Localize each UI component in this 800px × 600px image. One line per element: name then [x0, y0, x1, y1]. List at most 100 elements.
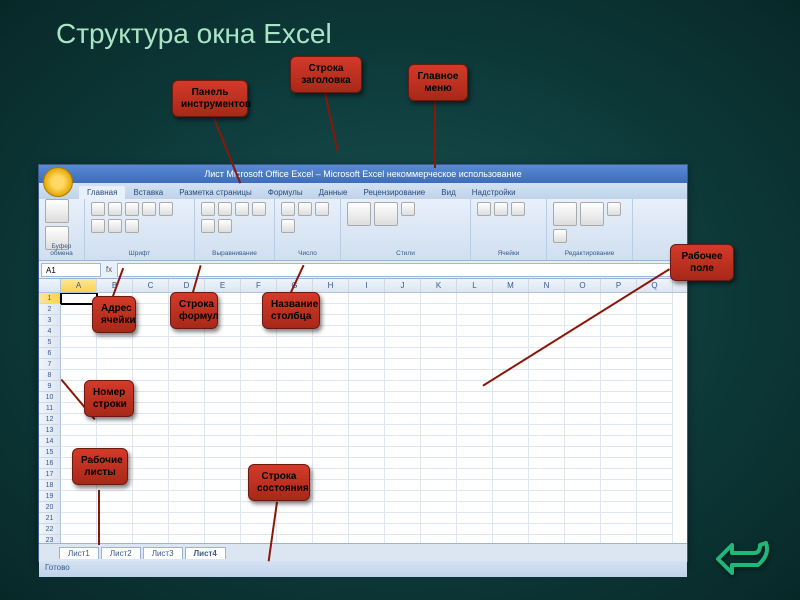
- cell[interactable]: [493, 337, 529, 348]
- cell[interactable]: [385, 348, 421, 359]
- cell[interactable]: [421, 359, 457, 370]
- cell[interactable]: [493, 403, 529, 414]
- cell[interactable]: [169, 469, 205, 480]
- cell[interactable]: [493, 502, 529, 513]
- cell[interactable]: [349, 348, 385, 359]
- row-header[interactable]: 8: [39, 370, 61, 381]
- column-header[interactable]: F: [241, 279, 277, 292]
- ribbon-button[interactable]: [374, 202, 398, 226]
- cell[interactable]: [61, 513, 97, 524]
- ribbon-button[interactable]: [580, 202, 604, 226]
- cell[interactable]: [493, 381, 529, 392]
- cell[interactable]: [61, 436, 97, 447]
- cell[interactable]: [169, 491, 205, 502]
- cell[interactable]: [421, 348, 457, 359]
- cell[interactable]: [493, 513, 529, 524]
- office-button[interactable]: [43, 167, 73, 197]
- cell[interactable]: [205, 348, 241, 359]
- cell[interactable]: [241, 436, 277, 447]
- cell[interactable]: [493, 348, 529, 359]
- ribbon-button[interactable]: [252, 202, 266, 216]
- cell[interactable]: [493, 491, 529, 502]
- row-header[interactable]: 20: [39, 502, 61, 513]
- cell[interactable]: [169, 348, 205, 359]
- cell[interactable]: [313, 469, 349, 480]
- cell[interactable]: [457, 414, 493, 425]
- sheet-tab[interactable]: Лист1: [59, 547, 99, 559]
- cell[interactable]: [385, 502, 421, 513]
- cell[interactable]: [385, 381, 421, 392]
- column-header[interactable]: J: [385, 279, 421, 292]
- cell[interactable]: [349, 326, 385, 337]
- cell[interactable]: [601, 458, 637, 469]
- ribbon-button[interactable]: [235, 202, 249, 216]
- cell[interactable]: [529, 447, 565, 458]
- cell[interactable]: [349, 381, 385, 392]
- cell[interactable]: [133, 381, 169, 392]
- cell[interactable]: [637, 436, 673, 447]
- cell[interactable]: [169, 381, 205, 392]
- cell[interactable]: [421, 403, 457, 414]
- cell[interactable]: [277, 359, 313, 370]
- ribbon-tab[interactable]: Надстройки: [464, 186, 524, 199]
- cell[interactable]: [97, 348, 133, 359]
- cell[interactable]: [565, 359, 601, 370]
- cell[interactable]: [277, 381, 313, 392]
- cell[interactable]: [61, 491, 97, 502]
- row-header[interactable]: 14: [39, 436, 61, 447]
- cell[interactable]: [313, 458, 349, 469]
- cell[interactable]: [169, 513, 205, 524]
- cell[interactable]: [349, 425, 385, 436]
- cell[interactable]: [313, 524, 349, 535]
- row-header[interactable]: 1: [39, 293, 61, 304]
- cell[interactable]: [61, 359, 97, 370]
- cell[interactable]: [241, 392, 277, 403]
- row-header[interactable]: 18: [39, 480, 61, 491]
- cell[interactable]: [349, 480, 385, 491]
- ribbon-button[interactable]: [553, 202, 577, 226]
- cell[interactable]: [349, 502, 385, 513]
- cell[interactable]: [421, 304, 457, 315]
- ribbon-tab[interactable]: Вставка: [125, 186, 171, 199]
- cell[interactable]: [529, 491, 565, 502]
- ribbon-button[interactable]: [218, 219, 232, 233]
- cell[interactable]: [133, 392, 169, 403]
- cell[interactable]: [457, 403, 493, 414]
- cell[interactable]: [133, 502, 169, 513]
- sheet-tab[interactable]: Лист4: [185, 547, 226, 559]
- cell[interactable]: [349, 436, 385, 447]
- cell[interactable]: [385, 337, 421, 348]
- cell[interactable]: [493, 425, 529, 436]
- cell[interactable]: [601, 359, 637, 370]
- cell[interactable]: [601, 524, 637, 535]
- cell[interactable]: [61, 348, 97, 359]
- cell[interactable]: [205, 502, 241, 513]
- cell[interactable]: [313, 392, 349, 403]
- cell[interactable]: [385, 524, 421, 535]
- cell[interactable]: [421, 414, 457, 425]
- cell[interactable]: [241, 502, 277, 513]
- cell[interactable]: [169, 535, 205, 543]
- cell[interactable]: [493, 480, 529, 491]
- ribbon-button[interactable]: [125, 202, 139, 216]
- cell[interactable]: [313, 403, 349, 414]
- cell[interactable]: [97, 535, 133, 543]
- cell[interactable]: [241, 513, 277, 524]
- cell[interactable]: [529, 370, 565, 381]
- fx-icon[interactable]: fx: [103, 265, 115, 274]
- cell[interactable]: [529, 513, 565, 524]
- cell[interactable]: [493, 414, 529, 425]
- cell[interactable]: [601, 370, 637, 381]
- cell[interactable]: [457, 535, 493, 543]
- ribbon-button[interactable]: [108, 202, 122, 216]
- cell[interactable]: [349, 293, 385, 304]
- cell[interactable]: [421, 392, 457, 403]
- cell[interactable]: [637, 491, 673, 502]
- cell[interactable]: [601, 348, 637, 359]
- cell[interactable]: [169, 436, 205, 447]
- cell[interactable]: [457, 326, 493, 337]
- cell[interactable]: [601, 403, 637, 414]
- cell[interactable]: [457, 458, 493, 469]
- cell[interactable]: [457, 304, 493, 315]
- row-header[interactable]: 6: [39, 348, 61, 359]
